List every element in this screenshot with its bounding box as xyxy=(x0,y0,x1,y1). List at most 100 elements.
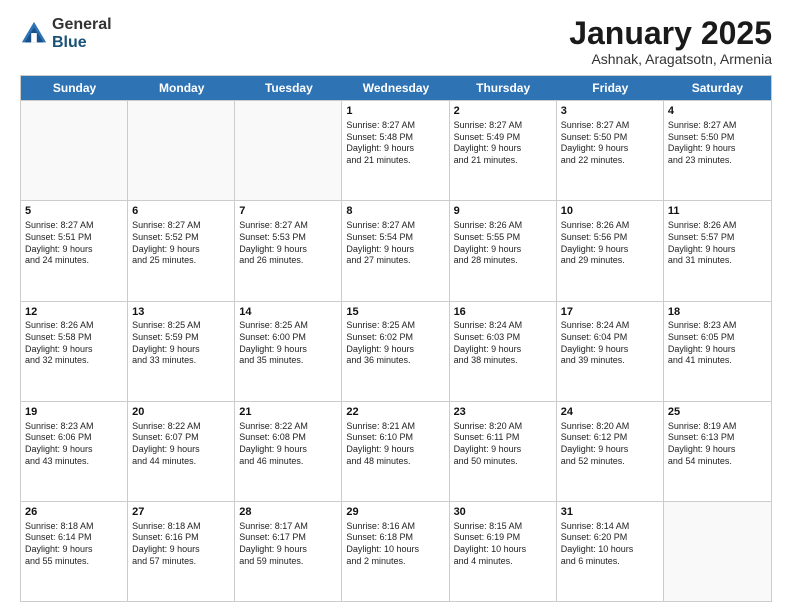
info-line: Sunset: 6:07 PM xyxy=(132,432,230,444)
info-line: Sunrise: 8:27 AM xyxy=(239,220,337,232)
day-cell-3: 3Sunrise: 8:27 AMSunset: 5:50 PMDaylight… xyxy=(557,101,664,200)
day-info: Sunrise: 8:18 AMSunset: 6:14 PMDaylight:… xyxy=(25,521,123,568)
location: Ashnak, Aragatsotn, Armenia xyxy=(569,51,772,67)
info-line: Sunrise: 8:19 AM xyxy=(668,421,767,433)
day-number: 8 xyxy=(346,204,444,219)
day-header-tuesday: Tuesday xyxy=(235,76,342,100)
day-number: 17 xyxy=(561,305,659,320)
day-info: Sunrise: 8:26 AMSunset: 5:58 PMDaylight:… xyxy=(25,320,123,367)
info-line: Daylight: 9 hours xyxy=(346,444,444,456)
header: General Blue January 2025 Ashnak, Aragat… xyxy=(20,16,772,67)
info-line: Sunset: 5:50 PM xyxy=(668,132,767,144)
day-info: Sunrise: 8:23 AMSunset: 6:05 PMDaylight:… xyxy=(668,320,767,367)
info-line: Sunset: 6:06 PM xyxy=(25,432,123,444)
day-number: 2 xyxy=(454,104,552,119)
calendar: SundayMondayTuesdayWednesdayThursdayFrid… xyxy=(20,75,772,602)
day-header-monday: Monday xyxy=(128,76,235,100)
info-line: Sunrise: 8:20 AM xyxy=(561,421,659,433)
day-number: 4 xyxy=(668,104,767,119)
info-line: Daylight: 10 hours xyxy=(561,544,659,556)
empty-cell-0-1 xyxy=(128,101,235,200)
day-info: Sunrise: 8:27 AMSunset: 5:54 PMDaylight:… xyxy=(346,220,444,267)
info-line: Daylight: 9 hours xyxy=(132,444,230,456)
day-number: 3 xyxy=(561,104,659,119)
info-line: Sunset: 6:00 PM xyxy=(239,332,337,344)
day-info: Sunrise: 8:26 AMSunset: 5:57 PMDaylight:… xyxy=(668,220,767,267)
info-line: Sunrise: 8:16 AM xyxy=(346,521,444,533)
info-line: Sunset: 5:49 PM xyxy=(454,132,552,144)
info-line: Sunset: 6:03 PM xyxy=(454,332,552,344)
info-line: Sunset: 6:05 PM xyxy=(668,332,767,344)
day-cell-19: 19Sunrise: 8:23 AMSunset: 6:06 PMDayligh… xyxy=(21,402,128,501)
week-row-4: 26Sunrise: 8:18 AMSunset: 6:14 PMDayligh… xyxy=(21,501,771,601)
day-number: 5 xyxy=(25,204,123,219)
empty-cell-0-2 xyxy=(235,101,342,200)
day-info: Sunrise: 8:27 AMSunset: 5:51 PMDaylight:… xyxy=(25,220,123,267)
day-cell-30: 30Sunrise: 8:15 AMSunset: 6:19 PMDayligh… xyxy=(450,502,557,601)
day-cell-18: 18Sunrise: 8:23 AMSunset: 6:05 PMDayligh… xyxy=(664,302,771,401)
day-info: Sunrise: 8:22 AMSunset: 6:08 PMDaylight:… xyxy=(239,421,337,468)
info-line: Sunrise: 8:24 AM xyxy=(561,320,659,332)
info-line: Daylight: 9 hours xyxy=(668,344,767,356)
info-line: Sunrise: 8:27 AM xyxy=(454,120,552,132)
day-number: 29 xyxy=(346,505,444,520)
info-line: Sunrise: 8:27 AM xyxy=(561,120,659,132)
day-cell-22: 22Sunrise: 8:21 AMSunset: 6:10 PMDayligh… xyxy=(342,402,449,501)
info-line: Daylight: 9 hours xyxy=(132,344,230,356)
info-line: Sunrise: 8:20 AM xyxy=(454,421,552,433)
info-line: Sunrise: 8:26 AM xyxy=(454,220,552,232)
info-line: Sunset: 5:53 PM xyxy=(239,232,337,244)
info-line: Daylight: 10 hours xyxy=(454,544,552,556)
day-info: Sunrise: 8:27 AMSunset: 5:50 PMDaylight:… xyxy=(668,120,767,167)
info-line: Sunrise: 8:25 AM xyxy=(346,320,444,332)
day-number: 6 xyxy=(132,204,230,219)
info-line: and 43 minutes. xyxy=(25,456,123,468)
info-line: Sunset: 6:18 PM xyxy=(346,532,444,544)
info-line: Daylight: 9 hours xyxy=(25,544,123,556)
info-line: Daylight: 9 hours xyxy=(561,344,659,356)
info-line: Sunset: 6:04 PM xyxy=(561,332,659,344)
info-line: and 4 minutes. xyxy=(454,556,552,568)
week-row-2: 12Sunrise: 8:26 AMSunset: 5:58 PMDayligh… xyxy=(21,301,771,401)
info-line: Daylight: 9 hours xyxy=(668,444,767,456)
day-info: Sunrise: 8:26 AMSunset: 5:55 PMDaylight:… xyxy=(454,220,552,267)
day-cell-10: 10Sunrise: 8:26 AMSunset: 5:56 PMDayligh… xyxy=(557,201,664,300)
info-line: Sunset: 6:19 PM xyxy=(454,532,552,544)
info-line: Sunrise: 8:26 AM xyxy=(25,320,123,332)
day-number: 20 xyxy=(132,405,230,420)
info-line: Daylight: 9 hours xyxy=(346,344,444,356)
info-line: Sunset: 6:02 PM xyxy=(346,332,444,344)
info-line: and 22 minutes. xyxy=(561,155,659,167)
day-header-thursday: Thursday xyxy=(450,76,557,100)
info-line: Sunrise: 8:17 AM xyxy=(239,521,337,533)
day-cell-1: 1Sunrise: 8:27 AMSunset: 5:48 PMDaylight… xyxy=(342,101,449,200)
day-cell-2: 2Sunrise: 8:27 AMSunset: 5:49 PMDaylight… xyxy=(450,101,557,200)
info-line: Sunrise: 8:27 AM xyxy=(346,120,444,132)
info-line: Daylight: 9 hours xyxy=(561,444,659,456)
day-number: 11 xyxy=(668,204,767,219)
day-number: 28 xyxy=(239,505,337,520)
day-info: Sunrise: 8:22 AMSunset: 6:07 PMDaylight:… xyxy=(132,421,230,468)
info-line: and 26 minutes. xyxy=(239,255,337,267)
info-line: and 23 minutes. xyxy=(668,155,767,167)
day-cell-21: 21Sunrise: 8:22 AMSunset: 6:08 PMDayligh… xyxy=(235,402,342,501)
logo: General Blue xyxy=(20,16,112,51)
logo-icon xyxy=(20,20,48,48)
info-line: and 24 minutes. xyxy=(25,255,123,267)
day-cell-15: 15Sunrise: 8:25 AMSunset: 6:02 PMDayligh… xyxy=(342,302,449,401)
info-line: Daylight: 9 hours xyxy=(132,244,230,256)
day-number: 31 xyxy=(561,505,659,520)
info-line: Sunset: 6:20 PM xyxy=(561,532,659,544)
day-info: Sunrise: 8:20 AMSunset: 6:12 PMDaylight:… xyxy=(561,421,659,468)
day-number: 12 xyxy=(25,305,123,320)
week-row-0: 1Sunrise: 8:27 AMSunset: 5:48 PMDaylight… xyxy=(21,100,771,200)
info-line: and 31 minutes. xyxy=(668,255,767,267)
day-number: 10 xyxy=(561,204,659,219)
day-info: Sunrise: 8:21 AMSunset: 6:10 PMDaylight:… xyxy=(346,421,444,468)
info-line: Sunset: 5:56 PM xyxy=(561,232,659,244)
info-line: Sunrise: 8:14 AM xyxy=(561,521,659,533)
info-line: and 33 minutes. xyxy=(132,355,230,367)
info-line: Sunrise: 8:23 AM xyxy=(25,421,123,433)
info-line: and 54 minutes. xyxy=(668,456,767,468)
day-info: Sunrise: 8:15 AMSunset: 6:19 PMDaylight:… xyxy=(454,521,552,568)
